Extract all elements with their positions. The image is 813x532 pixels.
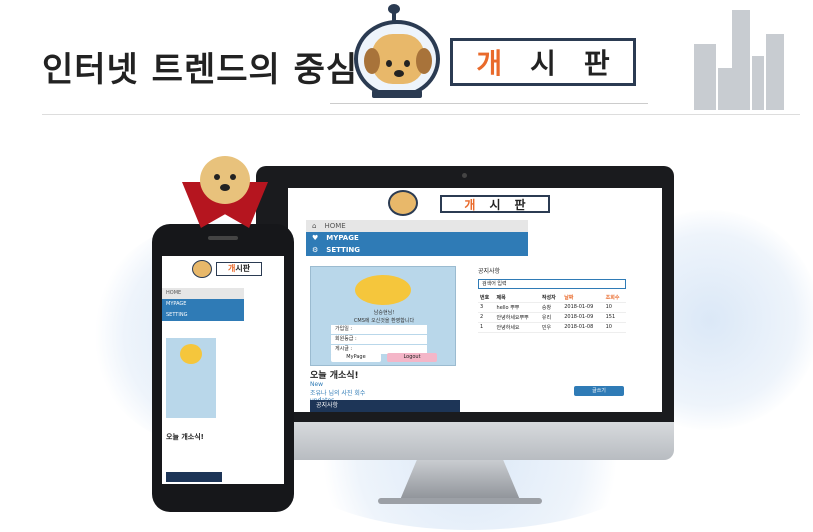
board-char: 판 (514, 197, 526, 212)
profile-row: 회원등급 : (331, 335, 427, 344)
header-divider (42, 114, 800, 115)
dog-mascot (182, 156, 268, 230)
mypage-button[interactable]: MyPage (331, 353, 381, 362)
news-new[interactable]: New (310, 381, 460, 388)
table-cell: 승창 (539, 302, 563, 313)
table-cell: 10 (603, 322, 626, 333)
board-char: 개 (464, 197, 476, 212)
table-cell: 2018-01-08 (562, 322, 604, 333)
table-cell[interactable]: hello 뿌뿌 (494, 302, 540, 313)
profile-greeting: 남승현님! (373, 310, 395, 316)
table-cell: 3 (478, 302, 495, 313)
table-cell: 유리 (539, 312, 563, 323)
nav-label: HOME (324, 222, 346, 230)
profile-card (166, 338, 216, 418)
table-cell: 1 (478, 322, 495, 333)
nav-label: MYPAGE (326, 234, 359, 242)
profile-row: 가입일 : (331, 325, 427, 334)
nav-home[interactable]: ⌂ HOME (306, 220, 528, 232)
sidebar-nav: HOME MYPAGE SETTING (162, 288, 244, 321)
table-cell[interactable]: 안녕하세요뿌뿌 (494, 312, 540, 323)
board-char: 개 (476, 47, 503, 80)
board-char: 판 (583, 47, 610, 80)
profile-welcome: CMS에 오신것을 환영합니다 (353, 318, 415, 324)
table-cell: 10 (603, 302, 626, 313)
city-skyline-icon (694, 10, 786, 110)
logo-underline (330, 103, 648, 104)
table-row[interactable]: 3 hello 뿌뿌 승창 2018-01-09 10 (478, 302, 626, 313)
nav-mypage[interactable]: MYPAGE (162, 299, 244, 310)
table-cell: 2018-01-09 (562, 302, 604, 313)
board-char: 판 (242, 264, 251, 273)
board-title: 공지사항 (478, 268, 501, 275)
gear-icon: ⚙ (312, 246, 319, 254)
sidebar-nav: ⌂ HOME ♥ MYPAGE ⚙ SETTING (306, 220, 528, 256)
notice-bar[interactable]: 공지사항 (310, 400, 460, 412)
desktop-monitor: 개 시 판 ⌂ HOME ♥ MYPAGE ⚙ SETTING 남승현님! CMS에 … (256, 166, 674, 458)
heart-icon: ♥ (312, 234, 319, 242)
astronaut-dog-icon (354, 4, 440, 98)
column-header: 번호 (478, 293, 495, 303)
search-input[interactable]: 검색어 입력 (478, 279, 626, 289)
monitor-stand (400, 460, 520, 500)
table-cell: 151 (603, 312, 626, 323)
board-char: 시 (530, 47, 556, 80)
news-line[interactable]: 조유나 님의 사진 회수 (310, 388, 460, 397)
avatar (180, 344, 202, 364)
astronaut-dog-icon (388, 190, 418, 216)
news-title: 오늘 개소식! (310, 371, 359, 381)
table-cell[interactable]: 안녕하세요 (494, 322, 540, 333)
news-section: 오늘 개소식! New 조유나 님의 사진 회수 updates (310, 368, 460, 404)
notice-bar[interactable] (166, 472, 222, 482)
phone-screen: 개시판 HOME MYPAGE SETTING 오늘 개소식! (162, 256, 284, 484)
board-logo-text: 개 시 판 (450, 38, 636, 86)
logout-button[interactable]: Logout (387, 353, 437, 362)
site-logo[interactable]: 개 시 판 (344, 4, 644, 106)
write-button[interactable]: 글쓰기 (574, 386, 624, 396)
table-cell: 2 (478, 312, 495, 323)
mobile-phone: 개시판 HOME MYPAGE SETTING 오늘 개소식! (152, 224, 294, 512)
board-char: 시 (489, 197, 501, 212)
column-header: 작성자 (539, 293, 563, 303)
table-cell: 2018-01-09 (562, 312, 604, 323)
column-header: 날짜 (562, 293, 604, 303)
board-logo-text: 개시판 (216, 262, 262, 276)
nav-mypage[interactable]: ♥ MYPAGE (306, 232, 528, 244)
nav-setting[interactable]: ⚙ SETTING (306, 244, 528, 256)
news-title: 오늘 개소식! (166, 433, 204, 441)
avatar (355, 275, 411, 305)
column-header: 조회수 (603, 293, 626, 303)
profile-card: 남승현님! CMS에 오신것을 환영합니다 가입일 : 회원등급 : 게시글 :… (310, 266, 456, 366)
site-logo-small[interactable]: 개 시 판 (378, 190, 578, 218)
monitor-base (378, 498, 542, 504)
nav-home[interactable]: HOME (162, 288, 244, 299)
monitor-chin (256, 422, 674, 460)
nav-label: SETTING (326, 246, 361, 254)
page-title: 인터넷 트렌드의 중심 (42, 50, 359, 90)
monitor-screen: 개 시 판 ⌂ HOME ♥ MYPAGE ⚙ SETTING 남승현님! CMS에 … (288, 188, 662, 412)
home-icon: ⌂ (312, 222, 317, 230)
nav-setting[interactable]: SETTING (162, 310, 244, 321)
board-table: 번호 제목 작성자 날짜 조회수 3 hello 뿌뿌 승창 2018-01-0… (478, 293, 626, 333)
table-row[interactable]: 1 안녕하세요 민우 2018-01-08 10 (478, 322, 626, 333)
table-row[interactable]: 2 안녕하세요뿌뿌 유리 2018-01-09 151 (478, 312, 626, 323)
table-header: 번호 제목 작성자 날짜 조회수 (478, 293, 626, 303)
column-header: 제목 (494, 293, 540, 303)
astronaut-dog-icon (192, 260, 212, 278)
board-char: 시 (235, 264, 243, 273)
board-panel: 공지사항 검색어 입력 번호 제목 작성자 날짜 조회수 3 hello 뿌뿌 … (478, 266, 628, 333)
table-cell: 민우 (539, 322, 563, 333)
